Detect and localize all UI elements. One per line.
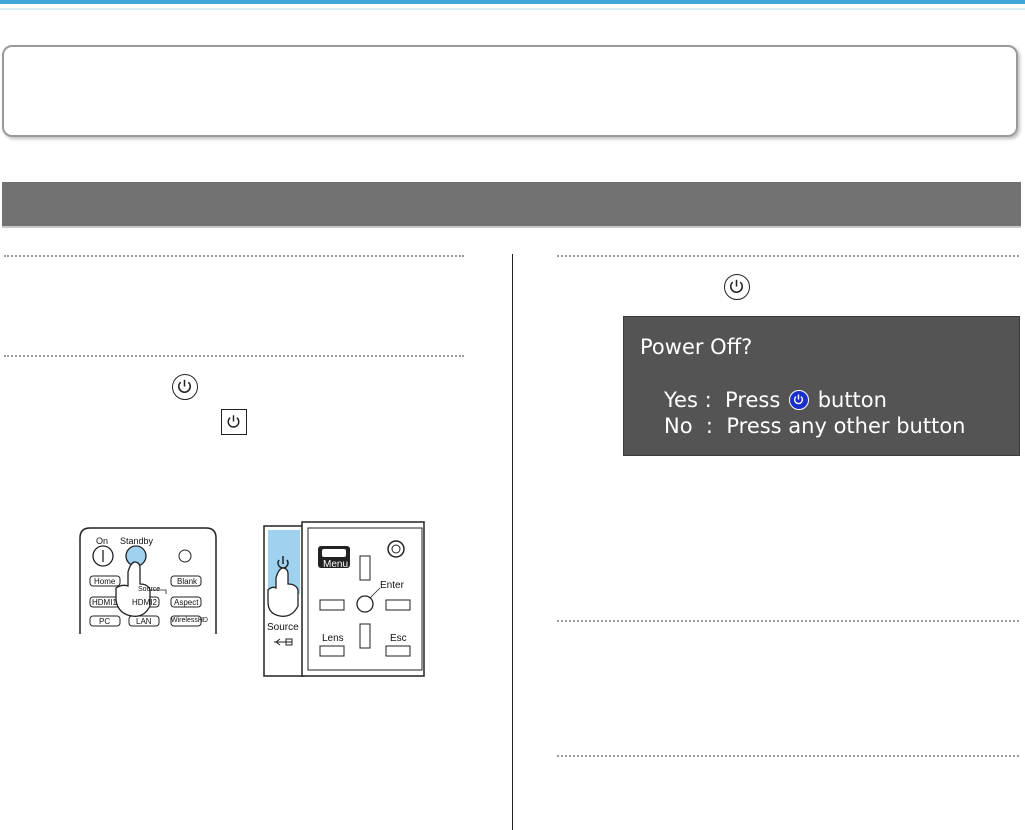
power-off-dialog: Power Off? Yes : Press button No : Press…	[623, 316, 1020, 456]
step-separator	[557, 620, 1019, 622]
section-heading-bar	[2, 182, 1021, 228]
pc-label: PC	[99, 617, 111, 626]
power-button-icon	[221, 409, 247, 435]
hdmi1-label: HDMI1	[92, 598, 117, 607]
step-separator	[557, 255, 1019, 257]
aspect-label: Aspect	[174, 598, 199, 607]
header-accent-rule-light	[0, 8, 1025, 10]
blank-label: Blank	[177, 577, 198, 586]
power-button-icon	[789, 390, 809, 410]
no-key: No	[664, 414, 693, 438]
column-divider	[512, 254, 513, 830]
control-panel-illustration: Menu Enter Lens Esc Source	[262, 520, 426, 678]
panel-source-label: Source	[267, 622, 299, 633]
yes-sep: :	[704, 388, 712, 412]
esc-label: Esc	[390, 633, 407, 644]
remote-control-illustration: On Standby Home Blank Source HDMI1 HDMI2…	[78, 526, 218, 634]
yes-suffix: button	[817, 388, 887, 412]
enter-label: Enter	[380, 580, 404, 591]
menu-label: Menu	[323, 559, 349, 570]
source-label: Source	[138, 586, 161, 593]
wireless-label: WirelessHD	[171, 617, 208, 624]
yes-action: Press	[725, 388, 781, 412]
step-separator	[4, 255, 464, 257]
lens-label: Lens	[322, 633, 344, 644]
lan-label: LAN	[136, 617, 152, 626]
note-box	[2, 45, 1018, 137]
on-label: On	[96, 536, 109, 546]
yes-key: Yes	[664, 388, 698, 412]
no-action: Press any other button	[726, 414, 966, 438]
step-separator	[557, 755, 1019, 757]
header-accent-rule	[0, 0, 1025, 4]
no-sep: :	[705, 414, 713, 438]
dialog-yes-row: Yes : Press button	[664, 388, 887, 412]
hdmi2-label: HDMI2	[132, 598, 157, 607]
power-icon	[724, 274, 750, 300]
step-separator	[4, 355, 464, 357]
dialog-title: Power Off?	[640, 335, 753, 359]
dialog-no-row: No : Press any other button	[664, 414, 965, 438]
standby-label: Standby	[120, 536, 154, 546]
home-label: Home	[94, 577, 116, 586]
power-icon	[172, 374, 198, 400]
